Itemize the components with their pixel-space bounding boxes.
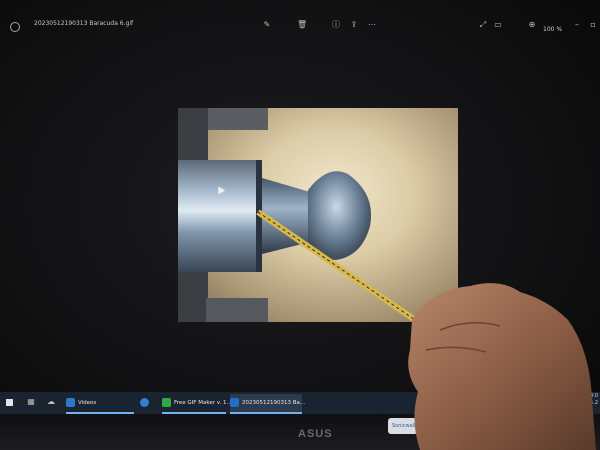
windows-taskbar: ▦ ☁ Videos Free GIF Maker v. 1... 202305… (0, 392, 600, 414)
task-view-icon[interactable]: ▦ (26, 397, 36, 407)
clock-date: 5/25.2 (582, 400, 598, 406)
edge-browser-icon (140, 398, 149, 407)
photos-app-icon (10, 22, 20, 32)
monitor-brand-logo: ASUS (298, 428, 333, 440)
monitor-bezel: ASUS Sonicwall (0, 414, 600, 450)
fullscreen-icon[interactable]: ⤢ (478, 20, 488, 30)
start-button[interactable] (6, 399, 13, 406)
edit-image-icon[interactable]: ✎ (262, 20, 272, 30)
zoom-level: 100 % (543, 26, 563, 33)
photos-icon (230, 398, 239, 407)
slideshow-icon[interactable]: ▭ (493, 20, 503, 30)
taskbar-clock[interactable]: 08:0 5/25.2 (582, 393, 598, 407)
gif-maker-icon (162, 398, 171, 407)
clock-time: 08:0 (586, 393, 598, 399)
lathe-part-photo (178, 108, 420, 322)
taskbar-item-gif-maker[interactable]: Free GIF Maker v. 1... (162, 394, 232, 412)
taskbar-item-videos[interactable]: Videos (66, 394, 134, 412)
share-icon[interactable]: ⇪ (349, 20, 359, 30)
taskbar-item-photos[interactable]: 20230512190313 Ba... (230, 394, 305, 412)
displayed-image (178, 108, 458, 322)
widgets-icon[interactable]: ☁ (46, 397, 56, 407)
brand-sticker: Sonicwall (388, 418, 450, 434)
maximize-icon[interactable]: ▫ (588, 20, 598, 30)
zoom-in-icon[interactable]: ⊕ (527, 20, 537, 30)
folder-icon (66, 398, 75, 407)
more-icon[interactable]: ⋯ (367, 20, 377, 30)
minimize-icon[interactable]: – (572, 20, 582, 30)
taskbar-item-edge[interactable] (140, 394, 158, 412)
window-title: 20230512190313 Baracuda 6.gif (34, 20, 134, 27)
photo-viewer-titlebar: 20230512190313 Baracuda 6.gif ✎ 🗑 ⓘ ⇪ ⋯ … (0, 16, 600, 42)
info-icon[interactable]: ⓘ (331, 20, 341, 30)
delete-icon[interactable]: 🗑 (297, 20, 307, 30)
